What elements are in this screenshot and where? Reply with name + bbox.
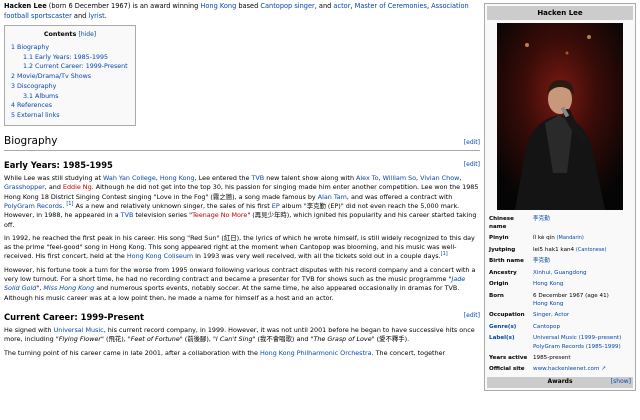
awards-header: Awards [show] bbox=[487, 377, 633, 388]
infobox-row-genre: Genre(s) Cantopop bbox=[487, 321, 633, 332]
toc-item: 1.2 Current Career: 1999-Present bbox=[23, 63, 128, 71]
birthplace-link[interactable]: Hong Kong bbox=[533, 301, 563, 307]
link-miss-hong-kong[interactable]: Miss Hong Kong bbox=[43, 284, 94, 292]
link-master-of-ceremonies[interactable]: Master of Ceremonies bbox=[355, 2, 427, 10]
article-body: Hacken Lee (born 6 December 1967) is an … bbox=[4, 2, 480, 362]
occupation-link[interactable]: Singer, Actor bbox=[533, 312, 569, 318]
toc-item: 2 Movie/Drama/Tv Shows bbox=[11, 73, 92, 81]
toc-item: 5 External links bbox=[11, 112, 60, 120]
label-polygram-link[interactable]: PolyGram Records (1985-1999) bbox=[533, 344, 621, 350]
infobox-row-years-active: Years active 1985-present bbox=[489, 354, 571, 361]
link-william-so[interactable]: William So bbox=[383, 174, 416, 182]
intro-paragraph: Hacken Lee (born 6 December 1967) is an … bbox=[4, 2, 469, 20]
link-vivian-chow[interactable]: Vivian Chow bbox=[420, 174, 459, 182]
infobox-row-ancestry: Ancestry Xinhui, Guangdong bbox=[489, 269, 587, 276]
birth-name-link[interactable]: 李克勤 bbox=[533, 258, 550, 264]
toc-item: 1 Biography bbox=[11, 43, 50, 51]
genre-link[interactable]: Cantopop bbox=[533, 324, 560, 330]
edit-link[interactable]: [edit] bbox=[464, 139, 480, 148]
edit-link[interactable]: [edit] bbox=[464, 312, 480, 321]
link-actor[interactable]: actor bbox=[333, 2, 350, 10]
infobox-row-born: Born 6 December 1967 (age 41) Hong Kong bbox=[489, 292, 609, 307]
section-heading-early-years: Early Years: 1985-1995 [edit] bbox=[4, 160, 480, 170]
toc-hide-toggle[interactable]: [hide] bbox=[79, 31, 97, 38]
ancestry-link[interactable]: Xinhui, Guangdong bbox=[533, 270, 587, 276]
chinese-name-link[interactable]: 李克勤 bbox=[533, 216, 550, 222]
link-universal-music[interactable]: Universal Music bbox=[54, 326, 104, 334]
cantonese-link[interactable]: (Cantonese) bbox=[576, 247, 607, 253]
infobox-row-chinese-name: Chinese name 李克勤 bbox=[489, 215, 550, 231]
link-alex-to[interactable]: Alex To bbox=[356, 174, 379, 182]
link-cantopop-singer[interactable]: Cantopop singer bbox=[260, 2, 314, 10]
infobox-row-pinyin: Pinyin lǐ kè qín (Mandarin) bbox=[489, 235, 584, 242]
infobox-row-website: Official site www.hackenleenet.com ↗ bbox=[489, 366, 606, 373]
mandarin-link[interactable]: (Mandarin) bbox=[557, 235, 584, 241]
link-lyrist[interactable]: lyrist bbox=[88, 12, 104, 20]
paragraph-current-2: The turning point of his career came in … bbox=[4, 348, 446, 357]
toc-item: 3 Discography bbox=[11, 82, 57, 90]
link-ep[interactable]: EP bbox=[272, 202, 280, 210]
link-alan-tam[interactable]: Alan Tam bbox=[318, 193, 347, 201]
infobox-row-birth-name: Birth name 李克勤 bbox=[489, 258, 550, 265]
toc-item: 1.1 Early Years: 1985-1995 bbox=[23, 53, 108, 61]
labels-label-link[interactable]: Label(s) bbox=[489, 335, 515, 341]
link-wah-yan-college[interactable]: Wah Yan College bbox=[103, 174, 156, 182]
external-link-icon: ↗ bbox=[601, 366, 606, 373]
link-hong-kong[interactable]: Hong Kong bbox=[160, 174, 195, 182]
paragraph-current-1: He signed with Universal Music, his curr… bbox=[4, 326, 475, 344]
reference-link[interactable]: [1] bbox=[441, 251, 448, 257]
edit-link[interactable]: [edit] bbox=[464, 161, 480, 170]
link-tvb[interactable]: TVB bbox=[251, 174, 264, 182]
link-tvb[interactable]: TVB bbox=[121, 211, 134, 219]
origin-link[interactable]: Hong Kong bbox=[533, 281, 563, 287]
section-heading-biography: Biography [edit] bbox=[4, 134, 480, 151]
toc-item: 4 References bbox=[11, 102, 52, 110]
link-grasshopper[interactable]: Grasshopper bbox=[4, 183, 45, 191]
infobox-table: Chinese name 李克勤 Pinyin lǐ kè qín (Manda… bbox=[487, 213, 633, 375]
toc-title: Contents [hide] bbox=[43, 30, 97, 39]
toc-list: 1 Biography 1.1 Early Years: 1985-1995 1… bbox=[11, 43, 129, 121]
infobox-title: Hacken Lee bbox=[487, 6, 633, 21]
table-of-contents: Contents [hide] 1 Biography 1.1 Early Ye… bbox=[4, 25, 136, 126]
link-hong-kong-coliseum[interactable]: Hong Kong Coliseum bbox=[127, 252, 193, 260]
label-universal-link[interactable]: Universal Music (1999–present) bbox=[533, 335, 621, 341]
link-polygram-records[interactable]: PolyGram Records bbox=[4, 202, 62, 210]
paragraph-early-2: In 1992, he reached the first peak in hi… bbox=[4, 233, 475, 261]
singer-photo bbox=[497, 23, 623, 211]
infobox-row-origin: Origin Hong Kong bbox=[489, 281, 564, 288]
paragraph-early-1: While Lee was still studying at Wah Yan … bbox=[4, 174, 479, 229]
infobox-row-labels: Label(s) Universal Music (1999–present) P… bbox=[487, 333, 633, 353]
link-hong-kong[interactable]: Hong Kong bbox=[200, 2, 236, 10]
infobox-row-occupation: Occupation Singer, Actor bbox=[489, 312, 570, 319]
link-teenage-no-more[interactable]: Teenage No More bbox=[192, 211, 247, 219]
paragraph-early-3: However, his fortune took a turn for the… bbox=[4, 265, 476, 302]
link-hk-philharmonic[interactable]: Hong Kong Philharmonic Orchestra bbox=[260, 349, 372, 357]
genre-label-link[interactable]: Genre(s) bbox=[489, 324, 516, 330]
infobox: Hacken Lee Chinese name 李克勤 Pinyin lǐ kè… bbox=[484, 3, 636, 391]
official-site-link[interactable]: www.hackenleenet.com bbox=[533, 366, 599, 372]
link-eddie-ng[interactable]: Eddie Ng bbox=[63, 183, 92, 191]
article-subject: Hacken Lee bbox=[4, 2, 47, 10]
section-heading-current-career: Current Career: 1999-Present [edit] bbox=[4, 311, 480, 322]
infobox-row-jyutping: Jyutping lei5 hak1 kan4 (Cantonese) bbox=[489, 246, 607, 253]
awards-show-toggle[interactable]: [show] bbox=[611, 378, 631, 387]
toc-item: 3.1 Albums bbox=[23, 92, 59, 100]
